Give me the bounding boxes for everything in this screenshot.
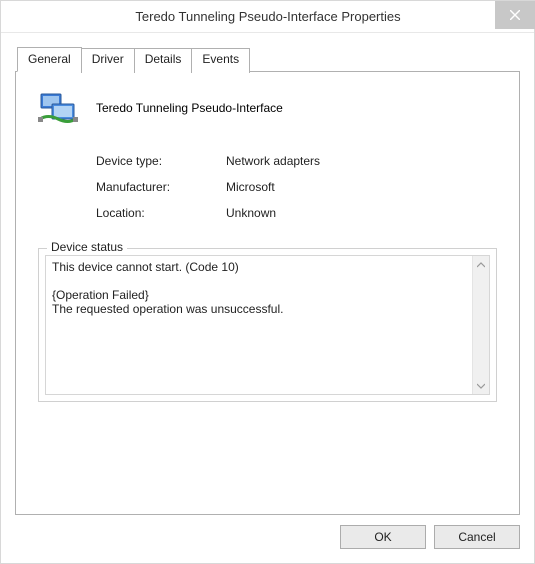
close-button[interactable] [495,1,535,29]
tab-label: Details [145,52,182,66]
location-value: Unknown [226,206,276,220]
tab-label: Driver [92,52,124,66]
tab-details[interactable]: Details [134,48,193,73]
device-status-legend: Device status [47,240,127,254]
tab-panel-general: Teredo Tunneling Pseudo-Interface Device… [15,71,520,515]
content-area: General Driver Details Events Teredo Tun… [1,33,534,515]
tab-events[interactable]: Events [191,48,250,73]
tab-general[interactable]: General [17,47,82,72]
manufacturer-row: Manufacturer: Microsoft [96,180,497,194]
tab-strip: General Driver Details Events [17,47,520,72]
device-type-label: Device type: [96,154,226,168]
manufacturer-value: Microsoft [226,180,275,194]
manufacturer-label: Manufacturer: [96,180,226,194]
status-scrollbar[interactable] [472,256,489,394]
network-adapter-icon [38,88,78,128]
button-label: Cancel [458,530,495,544]
properties-dialog: Teredo Tunneling Pseudo-Interface Proper… [0,0,535,564]
device-name: Teredo Tunneling Pseudo-Interface [96,101,283,115]
ok-button[interactable]: OK [340,525,426,549]
tab-label: Events [202,52,239,66]
close-icon [510,10,520,20]
tab-label: General [28,52,71,66]
device-type-value: Network adapters [226,154,320,168]
titlebar: Teredo Tunneling Pseudo-Interface Proper… [1,1,534,33]
cancel-button[interactable]: Cancel [434,525,520,549]
dialog-button-row: OK Cancel [1,515,534,563]
device-status-box: This device cannot start. (Code 10) {Ope… [45,255,490,395]
chevron-down-icon [477,383,485,389]
device-header: Teredo Tunneling Pseudo-Interface [38,88,497,128]
tab-driver[interactable]: Driver [81,48,135,73]
location-row: Location: Unknown [96,206,497,220]
location-label: Location: [96,206,226,220]
device-status-text: This device cannot start. (Code 10) {Ope… [46,256,472,394]
button-label: OK [374,530,391,544]
scroll-up-arrow[interactable] [473,256,489,273]
scroll-down-arrow[interactable] [473,377,489,394]
device-status-group: Device status This device cannot start. … [38,248,497,402]
window-title: Teredo Tunneling Pseudo-Interface Proper… [1,9,495,24]
chevron-up-icon [477,262,485,268]
device-type-row: Device type: Network adapters [96,154,497,168]
